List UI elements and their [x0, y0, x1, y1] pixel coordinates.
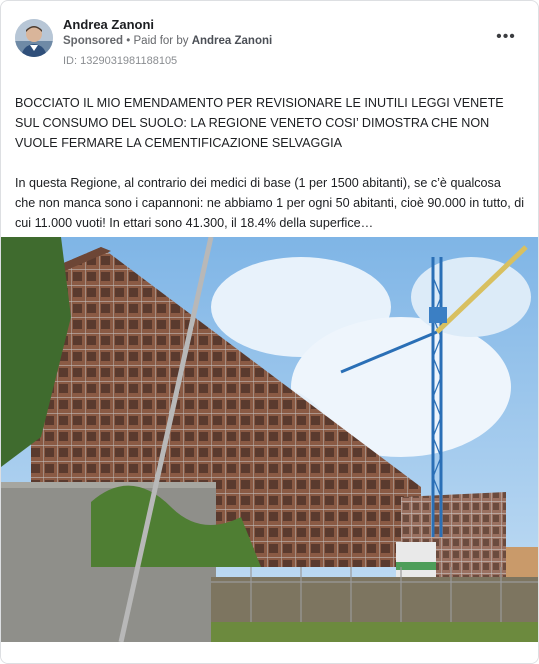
sponsored-line: Sponsored • Paid for by Andrea Zanoni [63, 35, 272, 47]
author-avatar[interactable] [15, 19, 53, 57]
construction-site-photo [1, 237, 538, 642]
card-footer-space [1, 642, 538, 663]
post-image[interactable] [1, 237, 538, 642]
post-body[interactable]: In questa Regione, al contrario dei medi… [15, 173, 524, 233]
avatar-image [15, 19, 53, 57]
ad-id: ID: 1329031981188105 [63, 55, 178, 67]
post-headline: BOCCIATO IL MIO EMENDAMENTO PER REVISION… [15, 96, 504, 150]
meta-separator: • [126, 35, 134, 47]
more-options-button[interactable]: ••• [494, 29, 518, 45]
sponsored-label: Sponsored [63, 35, 124, 47]
post-header: Andrea Zanoni Sponsored • Paid for by An… [15, 15, 524, 71]
author-name[interactable]: Andrea Zanoni [63, 17, 154, 32]
more-horizontal-icon: ••• [496, 28, 516, 45]
paid-for-name: Andrea Zanoni [191, 35, 273, 47]
post-text: BOCCIATO IL MIO EMENDAMENTO PER REVISION… [15, 93, 524, 233]
paid-for-prefix: Paid for by [133, 35, 189, 47]
ad-card: Andrea Zanoni Sponsored • Paid for by An… [0, 0, 539, 664]
